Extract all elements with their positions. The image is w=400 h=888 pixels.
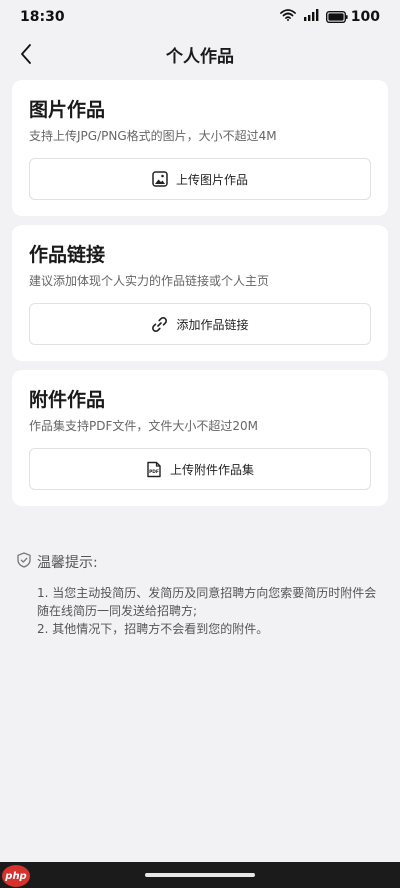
tips-section: 温馨提示: 1. 当您主动投简历、发简历及同意招聘方向您索要简历时附件会随在线简… (17, 552, 383, 638)
card-title: 图片作品 (29, 99, 106, 121)
chevron-left-icon (21, 44, 31, 64)
status-time: 18:30 (20, 9, 65, 25)
svg-text:PDF: PDF (149, 469, 159, 475)
gesture-bar (0, 862, 400, 888)
upload-image-label: 上传图片作品 (175, 172, 248, 187)
upload-attachment-button[interactable]: PDF 上传附件作品集 (29, 448, 371, 490)
battery-icon: 100 (325, 9, 380, 25)
shield-check-icon (17, 552, 31, 572)
tip-item: 2. 其他情况下，招聘方不会看到您的附件。 (37, 622, 269, 636)
status-icons: 100 (279, 9, 380, 25)
cellular-signal-icon (303, 9, 319, 25)
link-icon (151, 316, 168, 333)
wifi-icon (279, 9, 296, 25)
watermark-logo: php (2, 865, 30, 887)
works-link-card: 作品链接 建议添加体现个人实力的作品链接或个人主页 添加作品链接 (12, 225, 388, 361)
nav-bar: 个人作品 (0, 34, 400, 74)
image-icon (152, 171, 168, 187)
attachment-works-card: 附件作品 作品集支持PDF文件，文件大小不超过20M PDF 上传附件作品集 (12, 370, 388, 506)
home-indicator[interactable] (145, 873, 255, 877)
add-link-button[interactable]: 添加作品链接 (29, 303, 371, 345)
page-title: 个人作品 (166, 46, 234, 67)
pdf-file-icon: PDF (146, 461, 162, 478)
back-button[interactable] (14, 40, 38, 68)
card-title: 作品链接 (29, 244, 106, 266)
add-link-label: 添加作品链接 (176, 317, 249, 332)
card-description: 作品集支持PDF文件，文件大小不超过20M (29, 419, 259, 433)
battery-level: 100 (350, 9, 380, 25)
tip-item: 1. 当您主动投简历、发简历及同意招聘方向您索要简历时附件会随在线简历一同发送给… (37, 586, 377, 618)
image-works-card: 图片作品 支持上传JPG/PNG格式的图片，大小不超过4M 上传图片作品 (12, 80, 388, 216)
status-bar: 18:30 100 (0, 0, 400, 34)
tips-list: 1. 当您主动投简历、发简历及同意招聘方向您索要简历时附件会随在线简历一同发送给… (17, 584, 383, 638)
card-title: 附件作品 (29, 389, 106, 411)
upload-attachment-label: 上传附件作品集 (169, 462, 254, 477)
card-description: 建议添加体现个人实力的作品链接或个人主页 (29, 274, 270, 288)
card-description: 支持上传JPG/PNG格式的图片，大小不超过4M (29, 129, 277, 143)
tips-header: 温馨提示: (17, 552, 383, 572)
upload-image-button[interactable]: 上传图片作品 (29, 158, 371, 200)
tips-title: 温馨提示: (37, 555, 98, 571)
